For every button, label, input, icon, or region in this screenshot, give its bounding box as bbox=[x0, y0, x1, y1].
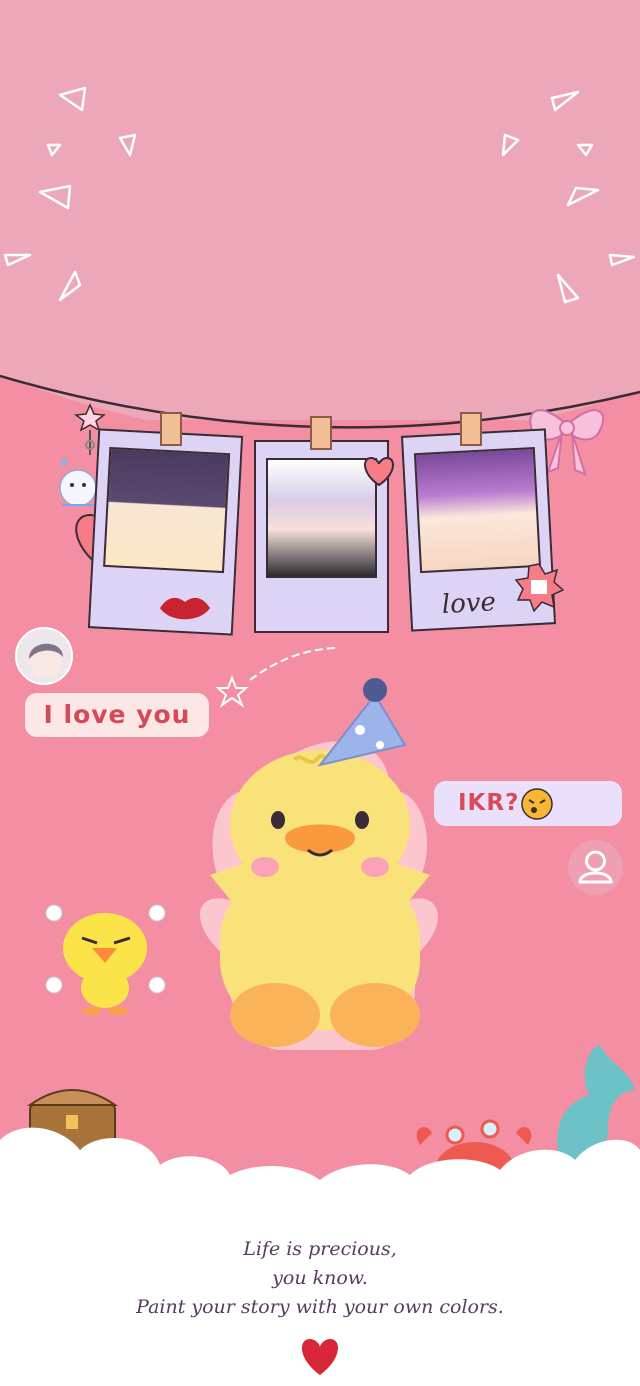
avatar[interactable] bbox=[568, 840, 623, 895]
thumbs-up-icon bbox=[514, 563, 564, 612]
person-avatar-icon bbox=[29, 643, 63, 679]
lips-icon bbox=[160, 597, 210, 620]
clothespin-icon bbox=[460, 412, 482, 446]
polaroid-caption: love bbox=[441, 587, 497, 620]
footer-line-2: you know. bbox=[272, 1267, 368, 1289]
clothespin-icon bbox=[160, 412, 182, 446]
heart-icon bbox=[301, 1339, 339, 1375]
footer-line-1: Life is precious, bbox=[243, 1238, 397, 1260]
chat-bubble-right: IKR? bbox=[434, 781, 622, 826]
emoji-icon bbox=[521, 788, 553, 820]
heart-icon bbox=[364, 456, 394, 487]
duck-illustration bbox=[200, 678, 438, 1050]
photo-chibi-1 bbox=[103, 446, 231, 574]
chat-message-text: IKR? bbox=[458, 790, 520, 816]
photo-chibi-3 bbox=[413, 446, 542, 574]
top-sky bbox=[0, 0, 640, 420]
angry-duck-sticker bbox=[45, 904, 166, 1015]
clothespin-icon bbox=[310, 416, 332, 450]
footer-caption: Life is precious, you know. Paint your s… bbox=[0, 1235, 640, 1322]
chat-bubble-left: I love you bbox=[25, 693, 209, 737]
footer-line-3: Paint your story with your own colors. bbox=[136, 1296, 504, 1318]
avatar[interactable] bbox=[15, 627, 73, 685]
person-avatar-icon bbox=[578, 850, 613, 884]
